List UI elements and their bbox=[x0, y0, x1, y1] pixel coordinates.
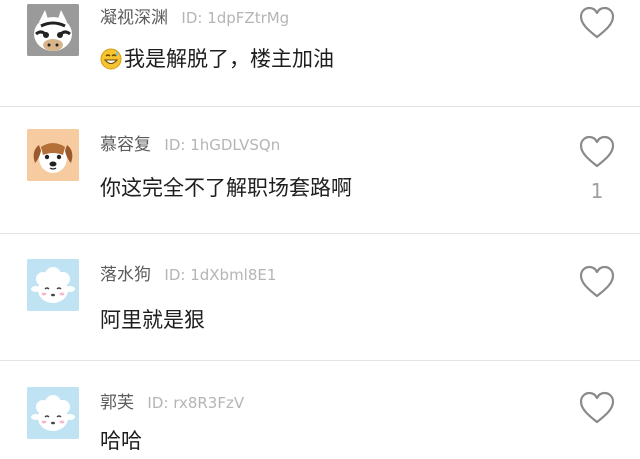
heart-icon bbox=[579, 6, 615, 39]
comment-meta: 落水狗 ID: 1dXbml8E1 bbox=[100, 264, 276, 286]
user-id: ID: 1hGDLVSQn bbox=[164, 136, 281, 154]
zebra-avatar-icon bbox=[27, 4, 79, 56]
sheep-avatar-icon bbox=[27, 387, 79, 439]
avatar[interactable] bbox=[27, 4, 79, 56]
comment-meta: 凝视深渊 ID: 1dpFZtrMg bbox=[100, 7, 289, 29]
comment-item: 凝视深渊 ID: 1dpFZtrMg 我是解脱了，楼主加油 bbox=[0, 0, 640, 107]
comment-meta: 郭芙 ID: rx8R3FzV bbox=[100, 392, 244, 414]
like-button[interactable] bbox=[578, 263, 616, 301]
comment-list: 凝视深渊 ID: 1dpFZtrMg 我是解脱了，楼主加油 慕容复 ID: 1h… bbox=[0, 0, 640, 459]
comment-text: 阿里就是狠 bbox=[100, 306, 205, 334]
dog-avatar-icon bbox=[27, 129, 79, 181]
user-id: ID: 1dXbml8E1 bbox=[164, 266, 277, 284]
nickname[interactable]: 郭芙 bbox=[100, 393, 134, 413]
like-button[interactable] bbox=[578, 133, 616, 171]
heart-icon bbox=[579, 265, 615, 298]
heart-icon bbox=[579, 135, 615, 168]
like-button[interactable] bbox=[578, 389, 616, 427]
avatar[interactable] bbox=[27, 129, 79, 181]
like-button[interactable] bbox=[578, 4, 616, 42]
comment-meta: 慕容复 ID: 1hGDLVSQn bbox=[100, 134, 280, 156]
nickname[interactable]: 慕容复 bbox=[100, 135, 151, 155]
comment-text: 哈哈 bbox=[100, 427, 142, 455]
user-id: ID: rx8R3FzV bbox=[147, 394, 245, 412]
comment-item: 郭芙 ID: rx8R3FzV 哈哈 bbox=[0, 361, 640, 459]
grinning-sweat-emoji-icon bbox=[100, 48, 122, 77]
avatar[interactable] bbox=[27, 387, 79, 439]
comment-text: 我是解脱了，楼主加油 bbox=[100, 45, 334, 77]
comment-body: 阿里就是狠 bbox=[100, 308, 205, 332]
nickname[interactable]: 落水狗 bbox=[100, 265, 151, 285]
user-id: ID: 1dpFZtrMg bbox=[181, 9, 290, 27]
avatar[interactable] bbox=[27, 259, 79, 311]
heart-icon bbox=[579, 391, 615, 424]
like-count: 1 bbox=[590, 179, 604, 203]
nickname[interactable]: 凝视深渊 bbox=[100, 8, 168, 28]
comment-body: 哈哈 bbox=[100, 429, 142, 453]
comment-body: 你这完全不了解职场套路啊 bbox=[100, 176, 352, 200]
comment-text: 你这完全不了解职场套路啊 bbox=[100, 174, 352, 202]
comment-item: 落水狗 ID: 1dXbml8E1 阿里就是狠 bbox=[0, 234, 640, 361]
sheep-avatar-icon bbox=[27, 259, 79, 311]
comment-item: 慕容复 ID: 1hGDLVSQn 你这完全不了解职场套路啊 1 bbox=[0, 107, 640, 234]
comment-body: 我是解脱了，楼主加油 bbox=[124, 47, 334, 71]
